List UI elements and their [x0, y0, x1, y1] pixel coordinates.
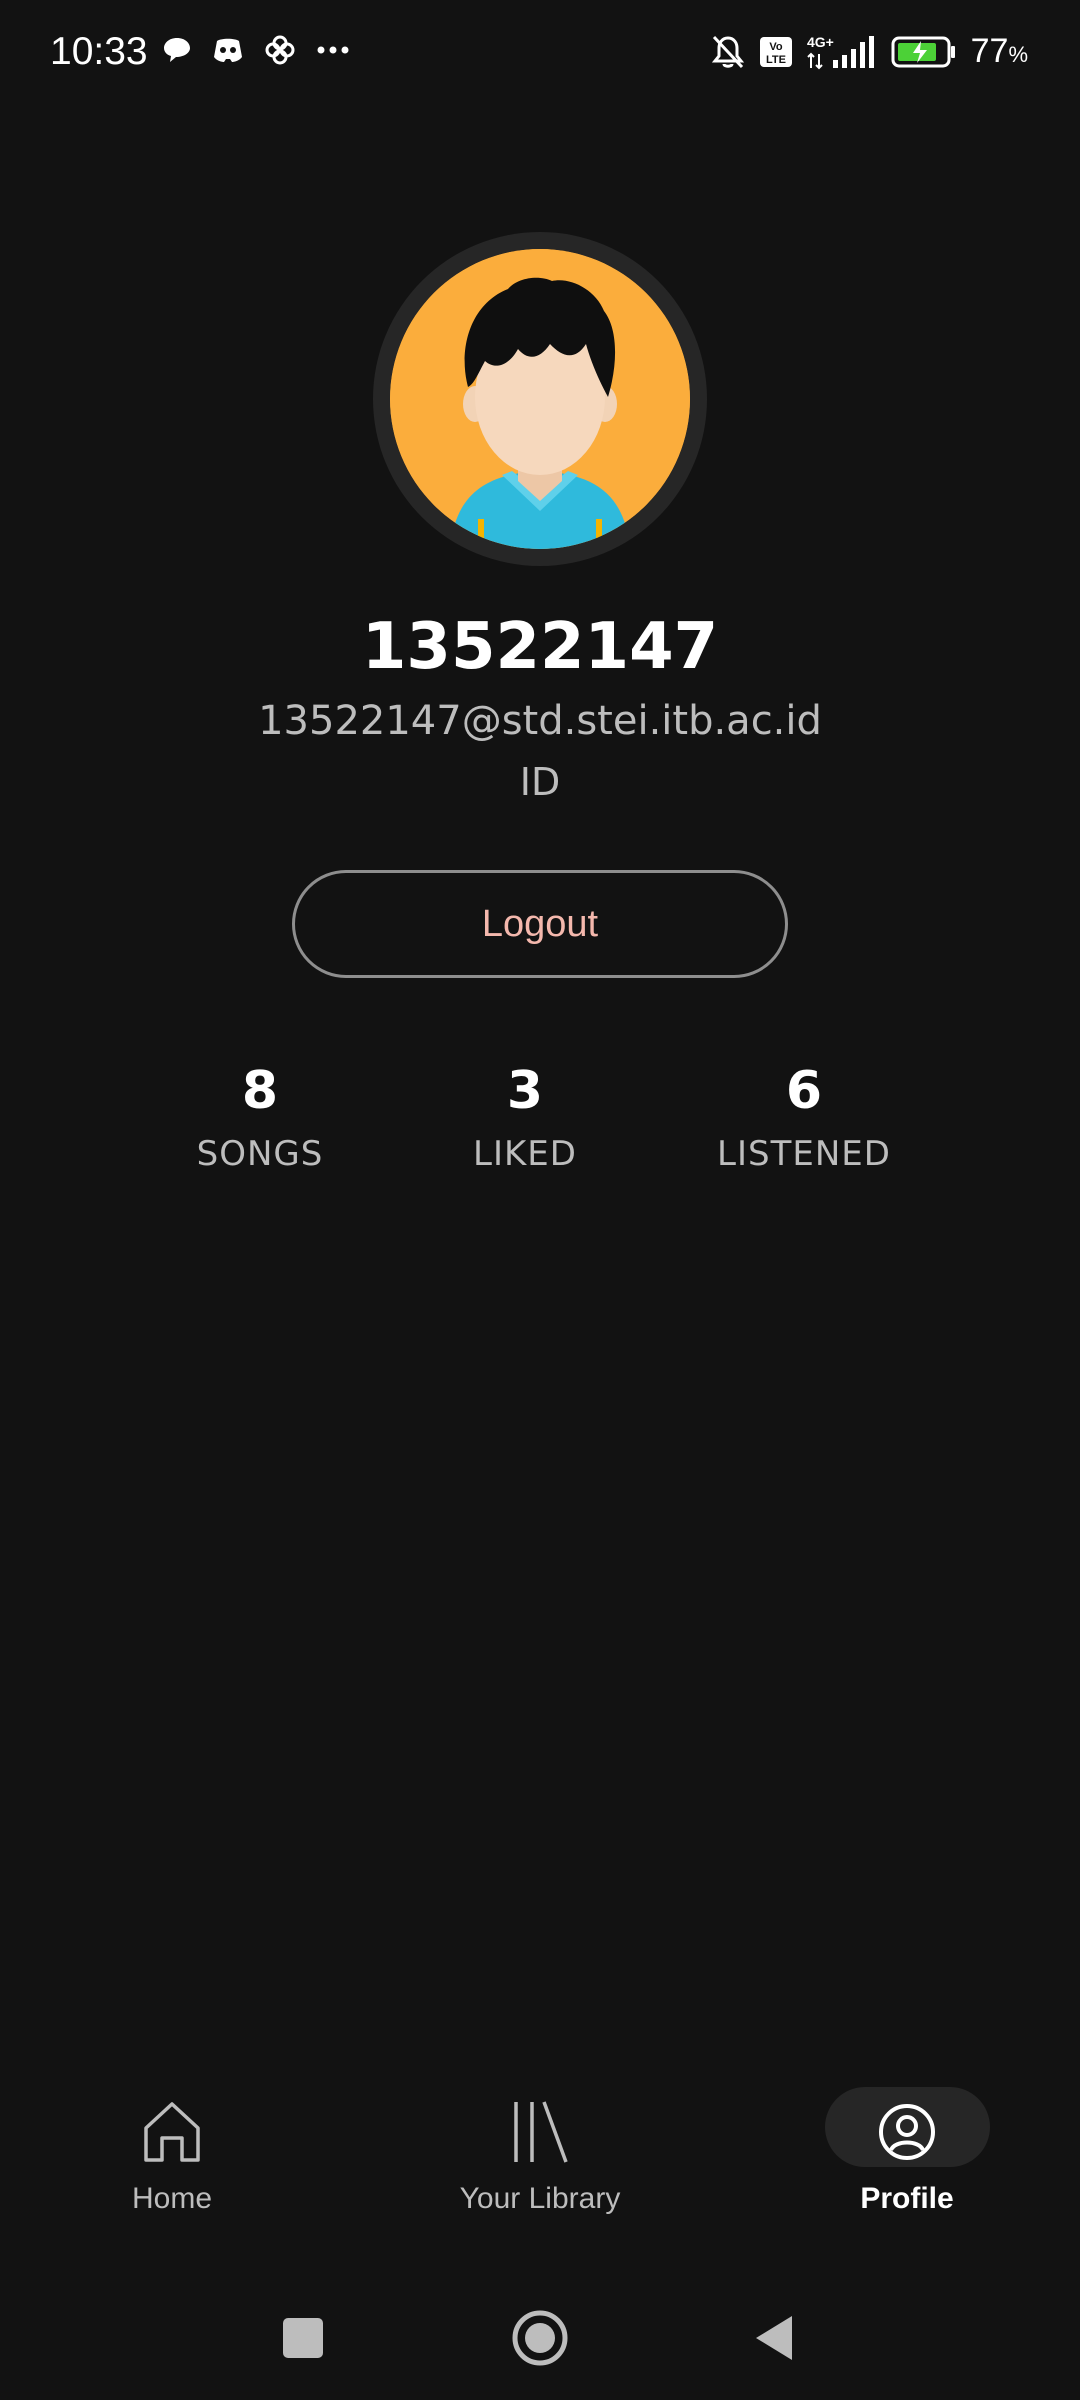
svg-text:LTE: LTE [766, 54, 786, 66]
status-time: 10:33 [50, 30, 148, 73]
profile-screen: 10:33 Vo LTE 4G+ 77% 13522147 13522147@s… [0, 0, 1080, 2400]
home-button-icon[interactable] [510, 2308, 570, 2368]
nav-your-library-label: Your Library [459, 2182, 621, 2215]
battery-percent: 77% [970, 32, 1028, 70]
stat-value: 3 [506, 1061, 544, 1121]
recent-apps-icon[interactable] [273, 2308, 333, 2368]
nav-your-library[interactable]: Your Library [420, 2060, 660, 2216]
bell-muted-icon [711, 35, 744, 68]
stat-label: LISTENED [717, 1134, 891, 1174]
system-nav-bar [0, 2280, 1080, 2390]
status-bar: 10:33 Vo LTE 4G+ 77% [0, 0, 1080, 110]
notification-icons [162, 34, 350, 66]
battery-icon [891, 36, 955, 67]
library-icon [514, 2101, 568, 2163]
back-button-icon[interactable] [746, 2308, 806, 2368]
pinwheel-icon [265, 35, 295, 65]
status-right-icons: Vo LTE 4G+ 77% [711, 32, 1028, 71]
nav-profile[interactable]: Profile [787, 2060, 1027, 2216]
stat-label: LIKED [473, 1134, 577, 1174]
avatar-illustration [390, 249, 690, 549]
nav-home[interactable]: Home [52, 2060, 292, 2216]
bottom-nav: Home Your Library Profile [0, 2060, 1080, 2240]
stat-label: SONGS [196, 1134, 324, 1174]
more-dots-icon [317, 46, 349, 54]
nav-profile-label: Profile [860, 2182, 954, 2215]
signal-4g-icon: 4G+ [807, 34, 874, 69]
svg-text:4G+: 4G+ [807, 34, 834, 50]
stat-value: 8 [241, 1061, 279, 1121]
discord-icon [214, 38, 242, 62]
nav-home-label: Home [131, 2182, 213, 2215]
profile-icon [879, 2104, 935, 2160]
stat-listened: 6 LISTENED [684, 1060, 924, 1174]
logout-button[interactable]: Logout [292, 870, 788, 978]
avatar [390, 249, 690, 549]
svg-text:Vo: Vo [769, 41, 783, 53]
stat-liked: 3 LIKED [405, 1060, 645, 1174]
username: 13522147 [361, 610, 719, 684]
home-icon [144, 2102, 200, 2162]
user-country: ID [519, 760, 561, 804]
chat-bubble-icon [164, 38, 190, 62]
stat-songs: 8 SONGS [140, 1060, 380, 1174]
volte-icon: Vo LTE [759, 36, 792, 67]
stat-value: 6 [785, 1061, 823, 1121]
user-email: 13522147@std.stei.itb.ac.id [258, 698, 822, 744]
